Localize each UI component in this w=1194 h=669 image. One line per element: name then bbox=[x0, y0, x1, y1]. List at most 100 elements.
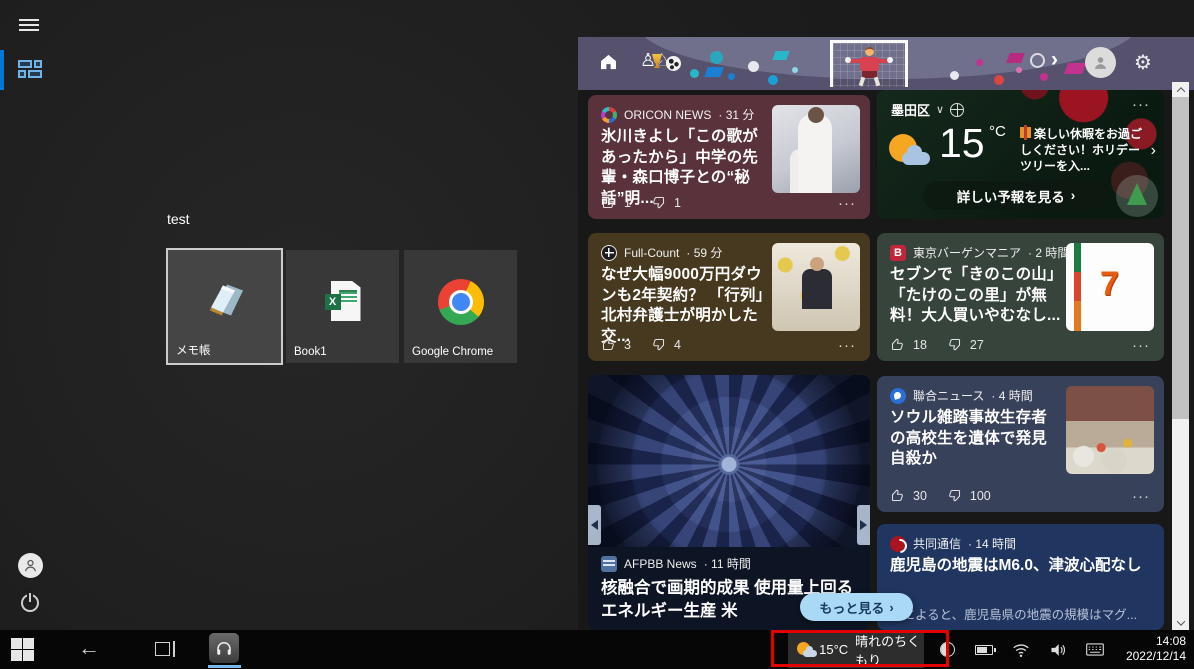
thumbs-up-icon[interactable] bbox=[890, 337, 905, 352]
user-icon bbox=[24, 559, 37, 572]
scroll-up-button[interactable] bbox=[1172, 82, 1189, 97]
pinned-tiles-icon-part bbox=[18, 70, 26, 78]
start-button[interactable] bbox=[11, 638, 34, 661]
excel-x-badge: X bbox=[324, 293, 341, 310]
article-hero-image bbox=[588, 375, 870, 547]
card-more-options-icon[interactable]: ··· bbox=[1132, 96, 1150, 113]
chevron-right-icon[interactable]: › bbox=[1151, 142, 1156, 160]
chevron-right-icon: › bbox=[1070, 188, 1076, 203]
article-age: 59 分 bbox=[686, 244, 723, 261]
task-view-button[interactable] bbox=[153, 641, 175, 658]
like-count: 18 bbox=[913, 337, 927, 352]
notepad-icon bbox=[202, 276, 248, 327]
news-card-yonhap[interactable]: 聯合ニュース 4 時間 ソウル雑踏事故生存者の高校生を遺体で発見 自殺か 30 … bbox=[877, 376, 1164, 512]
right-triangle-icon bbox=[860, 520, 867, 530]
taskbar-app-audio[interactable] bbox=[209, 633, 239, 663]
speaker-glyph bbox=[1051, 643, 1065, 656]
card-more-options-icon[interactable]: ··· bbox=[1132, 337, 1150, 354]
goalkeeper-part bbox=[865, 47, 874, 56]
news-card-full-count[interactable]: Full-Count 59 分 なぜ大幅9000万円ダウンも2年契約？ 「行列」… bbox=[588, 233, 870, 361]
refresh-icon[interactable] bbox=[1030, 53, 1045, 68]
profile-avatar[interactable] bbox=[1085, 47, 1116, 78]
holiday-tree-icon[interactable] bbox=[1116, 175, 1158, 217]
confetti-dot bbox=[768, 75, 778, 85]
source-logo-kyodo bbox=[890, 535, 906, 552]
person-icon bbox=[1094, 57, 1107, 69]
article-title: セブンで「きのこの山」「たけのこの里」が無料！大人買いやむなし... bbox=[890, 266, 1061, 325]
power-button[interactable] bbox=[21, 591, 39, 612]
article-age: 2 時間 bbox=[1028, 244, 1069, 261]
hamburger-bar bbox=[19, 29, 39, 31]
see-more-button[interactable]: もっと見る › bbox=[800, 593, 913, 621]
partly-cloudy-icon bbox=[797, 641, 817, 658]
cloud-shape bbox=[803, 645, 817, 657]
dislike-count: 1 bbox=[673, 195, 681, 210]
hamburger-bar bbox=[19, 24, 39, 26]
tile-group-label: test bbox=[167, 211, 190, 227]
chevron-up-icon bbox=[1176, 86, 1185, 96]
card-more-options-icon[interactable]: ··· bbox=[1132, 488, 1150, 505]
pinned-tiles-icon-part bbox=[28, 70, 42, 78]
scrollbar-thumb[interactable] bbox=[1172, 97, 1189, 419]
article-age: 31 分 bbox=[718, 106, 755, 123]
thumbs-up-icon[interactable] bbox=[601, 195, 616, 210]
chevron-down-icon[interactable]: ∨ bbox=[936, 103, 944, 116]
globe-icon[interactable] bbox=[950, 102, 965, 117]
carousel-next-button[interactable] bbox=[857, 505, 870, 545]
like-count: 30 bbox=[913, 488, 927, 503]
dislike-count: 27 bbox=[969, 337, 984, 352]
tile-excel-book1[interactable]: X Book1 bbox=[286, 250, 399, 363]
thumbs-down-icon[interactable] bbox=[651, 195, 666, 210]
scrollbar[interactable] bbox=[1172, 82, 1189, 630]
article-age: 4 時間 bbox=[991, 387, 1033, 404]
article-thumbnail bbox=[1066, 386, 1154, 474]
tile-label: Book1 bbox=[294, 346, 327, 358]
news-card-bargain-mania[interactable]: B 東京バーゲンマニア 2 時間 セブンで「きのこの山」「たけのこの里」が無料！… bbox=[877, 233, 1164, 361]
taskbar-weather-widget[interactable]: 15°C 晴れのちくもり bbox=[788, 631, 924, 668]
hamburger-bar bbox=[19, 19, 39, 21]
thumbs-down-icon[interactable] bbox=[651, 337, 666, 352]
goalkeeper-illustration bbox=[845, 47, 893, 87]
user-account-button[interactable] bbox=[18, 553, 43, 578]
dislike-count: 4 bbox=[673, 337, 681, 352]
tile-notepad[interactable]: メモ帳 bbox=[166, 248, 283, 365]
weather-promo-link[interactable]: 楽しい休暇をお過ごしください！ホリデーツリーを入... bbox=[1020, 125, 1142, 175]
news-card-kyodo[interactable]: 共同通信 14 時間 鹿児島の地震はM6.0、津波心配なし …によると、鹿児島県… bbox=[877, 524, 1164, 630]
chevron-down-icon bbox=[1176, 616, 1185, 626]
chevron-right-icon[interactable]: › bbox=[1051, 48, 1058, 72]
system-tray bbox=[938, 630, 1104, 669]
thumbs-down-icon[interactable] bbox=[947, 488, 962, 503]
confetti-dot bbox=[728, 73, 735, 80]
news-card-oricon[interactable]: ORICON NEWS 31 分 氷川きよし「この歌があったから」中学の先輩・森… bbox=[588, 95, 870, 219]
volume-icon[interactable] bbox=[1049, 641, 1067, 659]
source-name: AFPBB News bbox=[624, 556, 697, 571]
thumbs-up-icon[interactable] bbox=[601, 337, 616, 352]
detailed-forecast-button[interactable]: 詳しい予報を見る › bbox=[923, 181, 1109, 210]
card-more-options-icon[interactable]: ··· bbox=[838, 195, 856, 212]
settings-gear-icon[interactable]: ⚙ bbox=[1134, 50, 1152, 75]
carousel-prev-button[interactable] bbox=[588, 505, 601, 545]
weather-card[interactable]: 墨田区 ∨ ··· 15 °C 楽しい休暇をお過ごしください！ホリデーツリーを入… bbox=[877, 90, 1164, 219]
hamburger-menu-icon[interactable] bbox=[19, 19, 39, 32]
taskbar-clock[interactable]: 14:08 2022/12/14 bbox=[1126, 634, 1186, 664]
home-icon[interactable] bbox=[598, 52, 619, 72]
pinned-tiles-icon[interactable] bbox=[18, 60, 42, 79]
scroll-down-button[interactable] bbox=[1172, 615, 1189, 630]
article-age: 11 時間 bbox=[704, 555, 751, 572]
news-card-afpbb-fusion[interactable]: AFPBB News 11 時間 核融合で画期的成果 使用量上回るエネルギー生産… bbox=[588, 375, 870, 630]
news-header-banner: ♙♘ bbox=[578, 37, 1194, 90]
see-more-label: もっと見る bbox=[819, 600, 885, 616]
clock-date: 2022/12/14 bbox=[1125, 649, 1186, 663]
confetti-shape bbox=[704, 67, 724, 77]
thumbs-down-icon[interactable] bbox=[947, 337, 962, 352]
desktop-screen: test メモ帳 X Book1 Google Chrome › ⚙ ORICO… bbox=[0, 0, 1194, 669]
wifi-icon[interactable] bbox=[1012, 641, 1030, 659]
battery-icon[interactable] bbox=[975, 641, 996, 659]
back-button[interactable]: ← bbox=[78, 635, 100, 661]
touch-keyboard-icon[interactable] bbox=[1086, 641, 1104, 659]
focus-assist-icon[interactable] bbox=[938, 641, 956, 659]
weather-location[interactable]: 墨田区 bbox=[891, 100, 930, 119]
tile-google-chrome[interactable]: Google Chrome bbox=[404, 250, 517, 363]
thumbs-up-icon[interactable] bbox=[890, 488, 905, 503]
card-more-options-icon[interactable]: ··· bbox=[838, 337, 856, 354]
